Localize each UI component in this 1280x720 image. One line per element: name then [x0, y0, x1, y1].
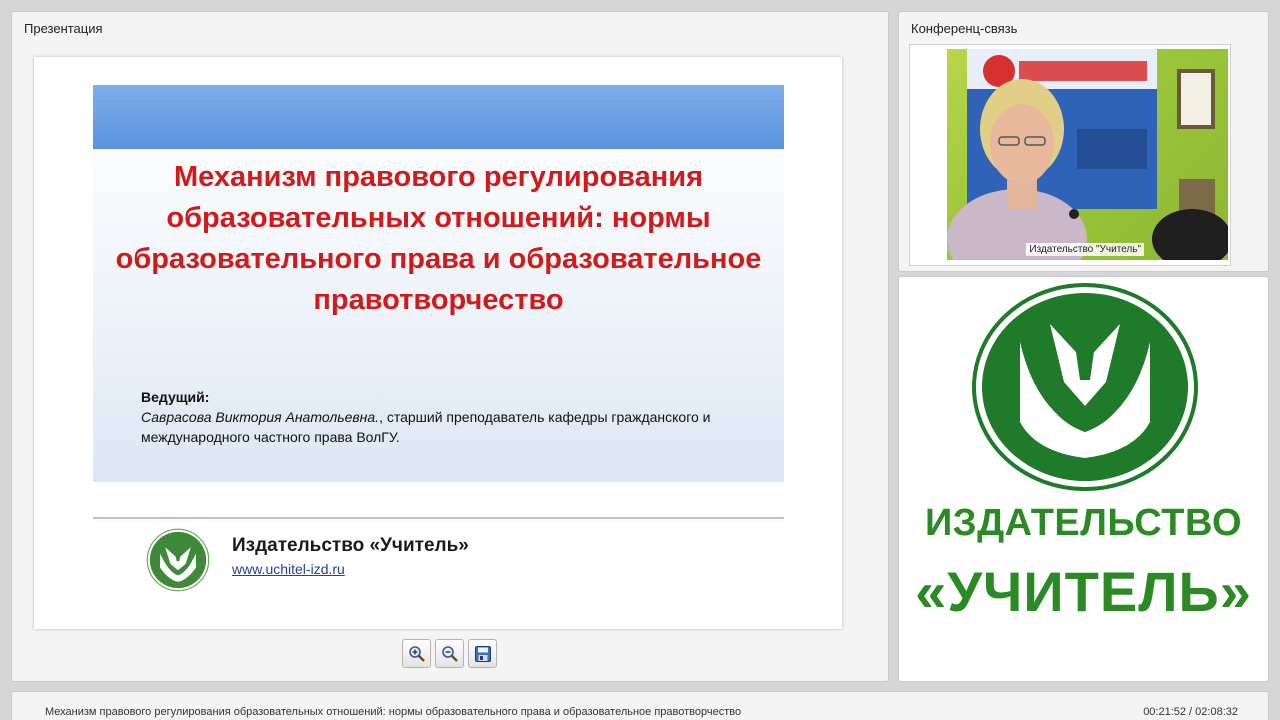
- slide-publisher-link[interactable]: www.uchitel-izd.ru: [232, 561, 345, 577]
- logo-text-publisher: ИЗДАТЕЛЬСТВО: [924, 502, 1243, 544]
- zoom-out-button[interactable]: [435, 639, 464, 668]
- slide-publisher-name: Издательство «Учитель»: [232, 535, 469, 556]
- publisher-logo-icon: [146, 528, 210, 592]
- logo-text-uchitel: «УЧИТЕЛЬ»: [915, 560, 1252, 623]
- presentation-slide: Механизм правового регулирования образов…: [34, 57, 842, 629]
- video-frame: Издательство "Учитель": [909, 44, 1231, 266]
- video-caption: Издательство "Учитель": [1026, 243, 1144, 256]
- slide-host-details: Саврасова Виктория Анатольевна., старший…: [141, 407, 761, 447]
- publisher-emblem-icon: [972, 283, 1198, 491]
- slide-host-block: Ведущий: Саврасова Виктория Анатольевна.…: [141, 387, 761, 447]
- presentation-panel: Презентация Механизм правового регулиров…: [11, 11, 889, 682]
- save-icon: [474, 645, 491, 662]
- playback-time: 00:21:52 / 02:08:32: [1143, 706, 1238, 718]
- video-scene: [947, 49, 1228, 260]
- zoom-in-button[interactable]: [402, 639, 431, 668]
- session-title: Механизм правового регулирования образов…: [45, 706, 742, 718]
- zoom-in-icon: [408, 645, 425, 662]
- conference-panel-title: Конференц-связь: [911, 21, 1018, 36]
- slide-host-name: Саврасова Виктория Анатольевна.: [141, 409, 380, 425]
- playback-status-bar: Механизм правового регулирования образов…: [11, 691, 1269, 720]
- presentation-toolbar: [402, 639, 497, 669]
- slide-host-label: Ведущий:: [141, 389, 210, 405]
- save-button[interactable]: [468, 639, 497, 668]
- slide-divider: [93, 517, 784, 519]
- zoom-out-icon: [441, 645, 458, 662]
- slide-title: Механизм правового регулирования образов…: [115, 161, 762, 316]
- publisher-logo-panel: ИЗДАТЕЛЬСТВО «УЧИТЕЛЬ»: [898, 276, 1269, 682]
- conference-panel: Конференц-связь Издательство "Учитель": [898, 11, 1269, 272]
- slide-header-band: [93, 85, 784, 149]
- video-stream[interactable]: Издательство "Учитель": [947, 49, 1228, 260]
- presentation-panel-title: Презентация: [24, 21, 103, 36]
- slide-content-area: Механизм правового регулирования образов…: [93, 85, 784, 482]
